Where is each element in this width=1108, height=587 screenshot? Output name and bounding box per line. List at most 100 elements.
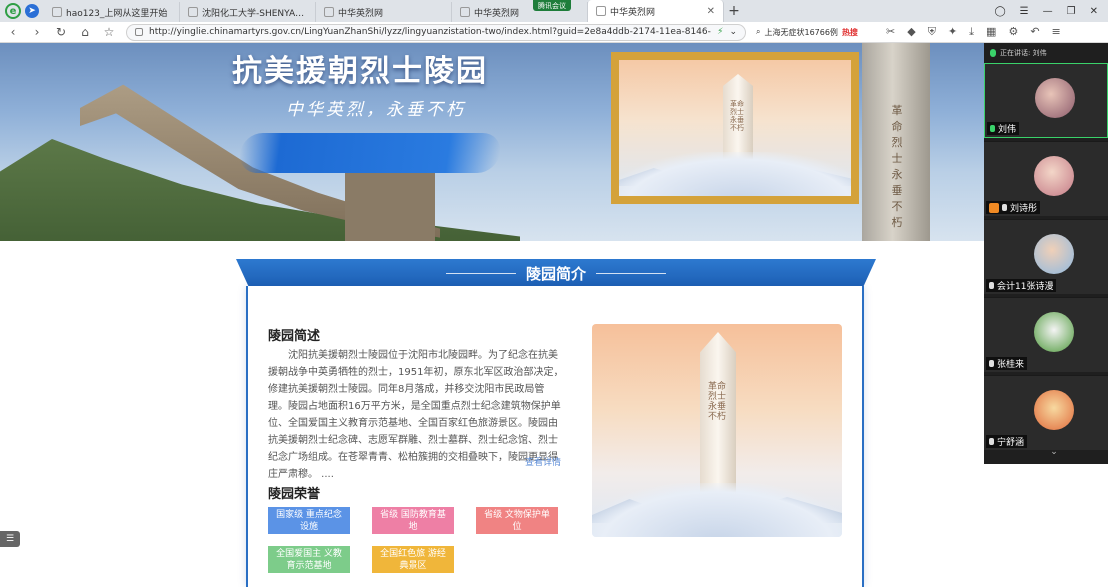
chevron-down-icon[interactable]: ⌄ [1044, 447, 1064, 457]
tab-title: 中华英烈网 [610, 7, 656, 18]
honor-badge-relics[interactable]: 省级 文物保护单位 [476, 507, 558, 534]
browser-e-icon: e [5, 3, 21, 19]
honor-badge-defense[interactable]: 省级 国防教育基地 [372, 507, 454, 534]
browser-logo: e ➤ [0, 0, 44, 22]
avatar [1034, 156, 1074, 196]
participant-name: 会计11张诗漫 [986, 279, 1057, 292]
participant-tile[interactable]: 刘伟 [984, 63, 1108, 138]
mic-icon [990, 125, 995, 132]
intro-heading: 陵园简述 [268, 329, 321, 344]
user-icon[interactable]: ◯ [994, 6, 1005, 17]
tab-title: 沈阳化工大学-SHENYANG UNIVERSITY [202, 8, 307, 19]
close-tab-icon[interactable]: ✕ [707, 6, 715, 17]
section-title: 陵园简介 [525, 264, 586, 283]
participant-name: 刘伟 [987, 122, 1020, 135]
undo-icon[interactable]: ↶ [1030, 25, 1039, 39]
extension-icon[interactable]: ◆ [907, 25, 915, 39]
grid-icon[interactable]: ▦ [986, 25, 996, 39]
participant-label: 张桂来 [997, 360, 1025, 370]
banner-subtitle: 中华英烈，永垂不朽 [286, 100, 466, 120]
minimize-icon[interactable]: — [1043, 6, 1053, 17]
intro-body: 沈阳抗美援朝烈士陵园位于沈阳市北陵园畔。为了纪念在抗美援朝战争中英勇牺牲的烈士，… [268, 350, 564, 480]
mist-shape [592, 483, 842, 537]
tab-martyrs-1[interactable]: 中华英烈网 [316, 2, 452, 22]
divider [596, 272, 666, 274]
meeting-panel: 正在讲话: 刘伟 刘伟 刘诗彤 会计11张诗漫 张桂来 宁舒涵 [984, 43, 1108, 464]
tab-martyrs-active[interactable]: 中华英烈网 ✕ [588, 0, 724, 22]
forward-icon[interactable]: › [30, 25, 44, 39]
avatar [1034, 234, 1074, 274]
mist-shape [619, 152, 851, 196]
brush-stroke [237, 133, 503, 173]
navigation-icon[interactable]: ➤ [25, 4, 39, 18]
monument-inscription: 革命烈士永垂不朽 [730, 100, 744, 132]
mic-icon [989, 360, 994, 367]
menu-icon[interactable]: ☰ [1020, 6, 1029, 17]
participant-tile[interactable]: 张桂来 [984, 297, 1108, 372]
toolbar-icons: ✂ ◆ ⛨ ✦ ⤓ ▦ ⚙ ↶ ≡ [886, 25, 1061, 39]
shield-icon[interactable]: ⛨ [928, 25, 936, 39]
pillar-inscription: 革命烈士永垂不朽 [891, 104, 903, 229]
tab-title: hao123_上网从这里开始 [66, 8, 168, 19]
participant-name: 刘诗彤 [986, 201, 1041, 214]
download-icon[interactable]: ⤓ [969, 25, 974, 39]
back-icon[interactable]: ‹ [6, 25, 20, 39]
section-header: 陵园简介 [236, 259, 876, 287]
search-icon: ⌕ [756, 27, 761, 36]
hero-banner: 革命烈士永垂不朽 革命烈士永垂不朽 [0, 43, 984, 241]
lock-icon [135, 28, 143, 36]
more-icon[interactable]: ≡ [1052, 25, 1061, 39]
url-input[interactable]: http://yinglie.chinamartyrs.gov.cn/LingY… [126, 23, 746, 41]
tab-hao123[interactable]: hao123_上网从这里开始 [44, 2, 180, 22]
hot-search-badge: 热搜 [841, 27, 858, 37]
star-icon[interactable]: ☆ [102, 25, 116, 39]
honor-badge-patriotic[interactable]: 全国爱国主 义教育示范基地 [268, 546, 350, 573]
tab-university[interactable]: 沈阳化工大学-SHENYANG UNIVERSITY [180, 2, 316, 22]
favicon-icon [52, 7, 62, 17]
browser-tab-bar: e ➤ hao123_上网从这里开始 沈阳化工大学-SHENYANG UNIVE… [0, 0, 1108, 22]
close-window-icon[interactable]: ✕ [1090, 6, 1098, 17]
avatar [1035, 78, 1075, 118]
avatar [1034, 390, 1074, 430]
divider [445, 272, 516, 274]
speaking-label: 正在讲话: 刘伟 [1000, 49, 1047, 57]
home-icon[interactable]: ⌂ [78, 25, 92, 39]
favicon-icon [460, 7, 470, 17]
participant-tile[interactable]: 刘诗彤 [984, 141, 1108, 216]
speaking-indicator: 正在讲话: 刘伟 [984, 43, 1108, 63]
avatar [1034, 312, 1074, 352]
monument-inscription: 革命烈士永垂不朽 [708, 382, 727, 422]
address-bar: ‹ › ↻ ⌂ ☆ http://yinglie.chinamartyrs.go… [0, 22, 1108, 43]
settings-icon[interactable]: ⚙ [1008, 25, 1018, 39]
lightning-icon[interactable]: ⚡ [717, 27, 723, 37]
favicon-icon [188, 7, 198, 17]
participant-name: 张桂来 [986, 357, 1028, 370]
maximize-icon[interactable]: ❐ [1067, 6, 1076, 17]
url-text: http://yinglie.chinamartyrs.gov.cn/LingY… [149, 27, 711, 37]
tab-title: 中华英烈网 [338, 8, 384, 19]
game-icon[interactable]: ✦ [948, 25, 957, 39]
honor-badge-red-tourism[interactable]: 全国红色旅 游经典景区 [372, 546, 454, 573]
reload-icon[interactable]: ↻ [54, 25, 68, 39]
search-text: 上海无症状16766例 [764, 27, 838, 37]
chevron-down-icon[interactable]: ⌄ [729, 27, 737, 37]
new-tab-button[interactable]: + [724, 0, 744, 22]
participant-label: 会计11张诗漫 [997, 282, 1054, 292]
banner-title: 抗美援朝烈士陵园 [232, 54, 488, 89]
side-menu-icon[interactable]: ☰ [0, 531, 20, 547]
scissors-icon[interactable]: ✂ [886, 25, 895, 39]
participant-tile[interactable]: 宁舒涵 [984, 375, 1108, 450]
meeting-indicator[interactable]: 腾讯会议 [533, 0, 571, 11]
view-details-link[interactable]: 查看详情 [525, 455, 561, 468]
host-icon [989, 202, 999, 213]
participant-label: 刘伟 [998, 125, 1017, 135]
participant-label: 刘诗彤 [1010, 204, 1038, 214]
monument-photo: 革命烈士永垂不朽 [592, 324, 842, 537]
participant-tile[interactable]: 会计11张诗漫 [984, 219, 1108, 294]
mic-icon [990, 49, 996, 57]
honor-badge-national[interactable]: 国家级 重点纪念设施 [268, 507, 350, 534]
favicon-icon [596, 6, 606, 16]
search-box[interactable]: ⌕ 上海无症状16766例 热搜 [756, 24, 876, 41]
mic-icon [989, 438, 994, 445]
mic-icon [1002, 204, 1007, 211]
